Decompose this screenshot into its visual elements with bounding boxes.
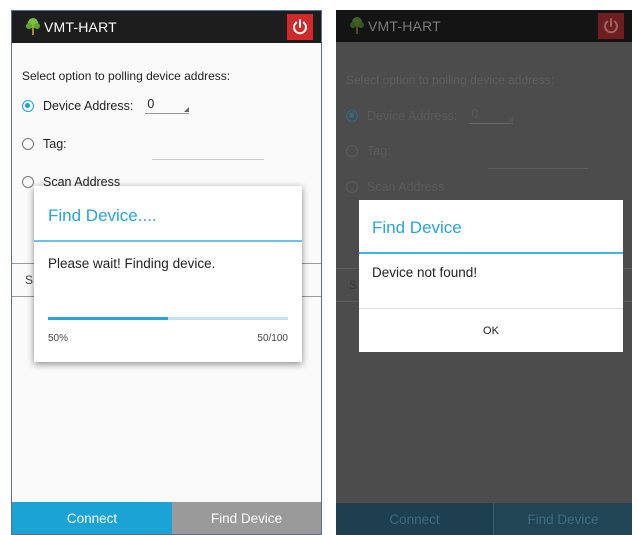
app-title: VMT-HART (368, 18, 441, 34)
tag-option[interactable]: Tag: (22, 137, 67, 151)
green-tree-icon (350, 17, 364, 34)
find-device-progress-dialog: Find Device.... Please wait! Finding dev… (34, 186, 302, 362)
progress-percent: 50% (48, 333, 69, 344)
progress-count: 50/100 (257, 333, 288, 344)
scan-address-label: Scan Address (367, 180, 445, 194)
find-device-button[interactable]: Find Device (172, 502, 321, 534)
device-address-label: Device Address: (367, 108, 458, 123)
device-address-radio[interactable] (346, 109, 358, 122)
scan-address-radio[interactable] (22, 176, 34, 188)
device-address-value: 0 (471, 107, 479, 121)
dialog-message: Device not found! (372, 265, 478, 280)
tag-radio[interactable] (22, 138, 34, 150)
dialog-title-divider (359, 252, 623, 254)
partial-label: S (349, 278, 358, 292)
left-screen: VMT-HART Select option to polling device… (11, 10, 322, 535)
tag-option[interactable]: Tag: (346, 144, 391, 158)
tag-input[interactable] (488, 168, 588, 169)
device-address-option[interactable]: Device Address: 0 (22, 97, 190, 114)
power-icon (293, 19, 307, 35)
power-icon (604, 18, 618, 34)
connect-button[interactable]: Connect (336, 503, 493, 535)
power-button[interactable] (598, 13, 624, 39)
dialog-message: Please wait! Finding device. (48, 256, 216, 271)
device-address-option[interactable]: Device Address: 0 (346, 107, 514, 124)
tag-label: Tag: (43, 137, 67, 151)
polling-prompt: Select option to polling device address: (346, 73, 555, 87)
app-bar: VMT-HART (336, 10, 632, 42)
right-screen: VMT-HART Select option to polling device… (336, 10, 632, 535)
progress-bar-fill (48, 317, 168, 320)
device-address-label: Device Address: (43, 98, 134, 113)
app-title: VMT-HART (44, 19, 117, 35)
dialog-title-divider (34, 240, 302, 242)
dialog-title: Find Device (372, 218, 462, 237)
spinner-caret-icon (508, 117, 514, 122)
device-address-spinner[interactable]: 0 (145, 97, 190, 114)
bottom-action-bar: Connect Find Device (336, 503, 632, 535)
scan-address-option[interactable]: Scan Address (346, 180, 444, 194)
partial-label: S (25, 273, 34, 287)
device-address-value: 0 (147, 97, 155, 111)
device-address-radio[interactable] (22, 99, 34, 112)
progress-bar (48, 317, 288, 320)
green-tree-icon (26, 18, 40, 35)
find-device-button[interactable]: Find Device (493, 503, 632, 535)
dialog-title: Find Device.... (48, 206, 157, 225)
device-address-spinner[interactable]: 0 (469, 107, 514, 124)
power-button[interactable] (287, 14, 313, 40)
ok-button[interactable]: OK (359, 309, 623, 352)
tag-label: Tag: (367, 144, 391, 158)
tag-radio[interactable] (346, 145, 358, 157)
connect-button[interactable]: Connect (12, 502, 172, 534)
bottom-action-bar: Connect Find Device (12, 502, 321, 534)
scan-address-radio[interactable] (346, 181, 358, 193)
polling-prompt: Select option to polling device address: (22, 69, 231, 83)
tag-input[interactable] (152, 159, 264, 160)
device-not-found-dialog: Find Device Device not found! OK (359, 200, 623, 352)
spinner-caret-icon (184, 107, 190, 112)
app-bar: VMT-HART (12, 11, 321, 43)
